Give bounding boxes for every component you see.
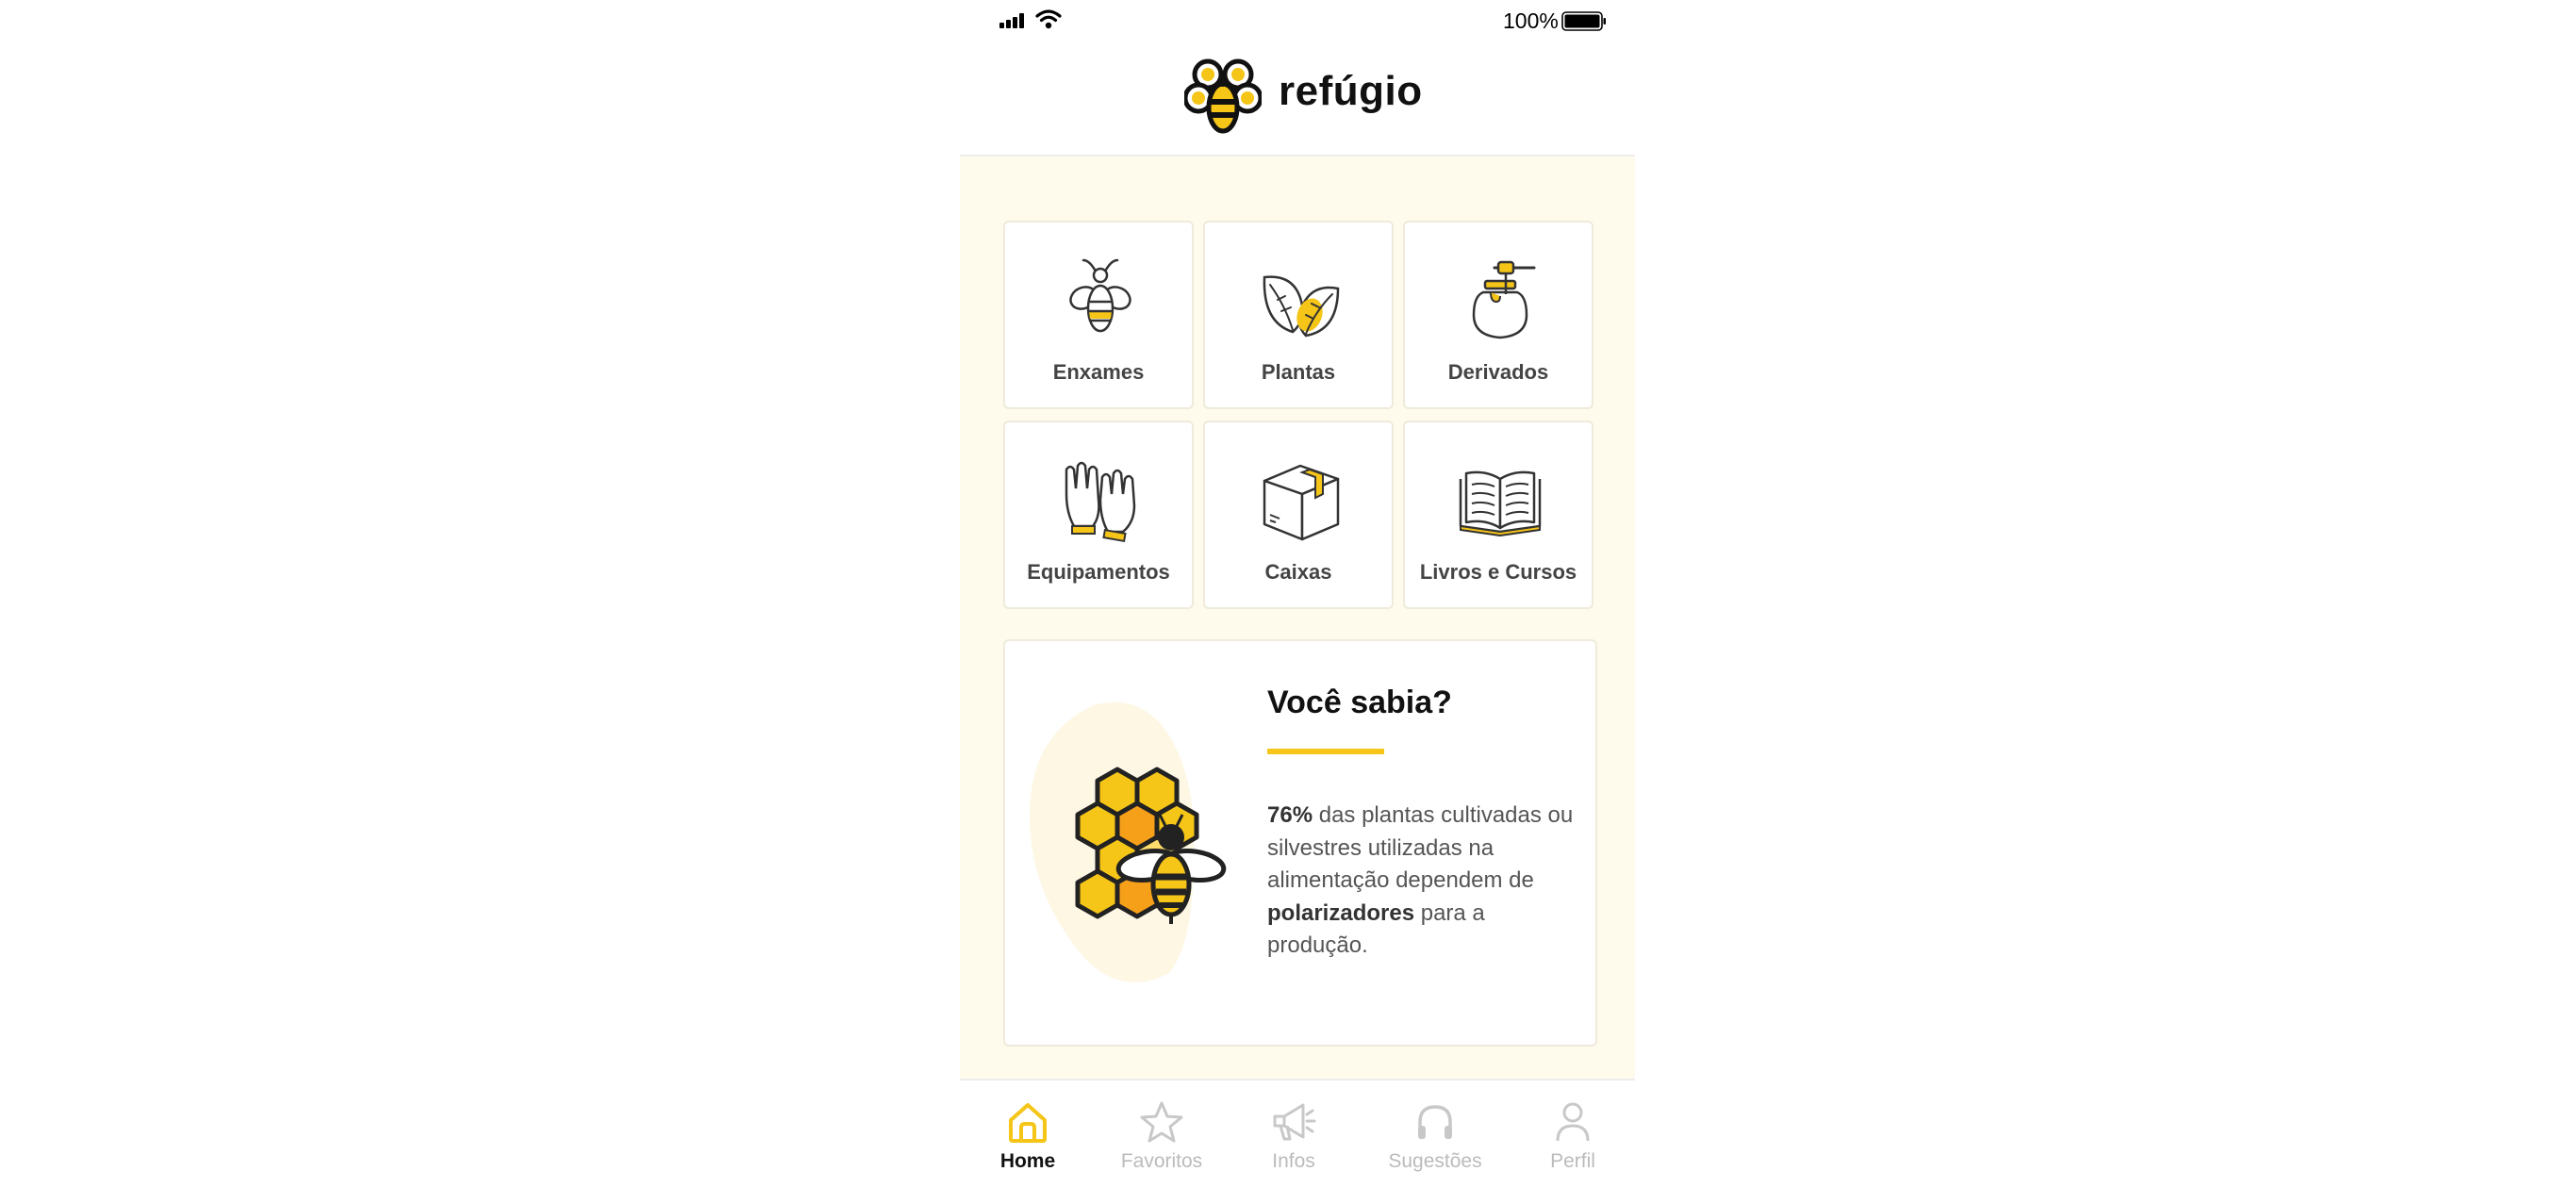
tab-label: Favoritos <box>1120 1150 1203 1172</box>
battery-percentage: 100% <box>1503 8 1559 33</box>
battery-icon <box>1561 11 1606 31</box>
tab-home[interactable]: Home <box>967 1097 1081 1182</box>
home-icon <box>1009 1103 1047 1143</box>
bee-flower-logo-icon <box>1184 58 1262 134</box>
category-label: Caixas <box>1264 560 1332 584</box>
tab-label: Sugestões <box>1388 1150 1482 1172</box>
category-card-derivados[interactable]: Derivados <box>1403 221 1593 409</box>
category-label: Enxames <box>1052 360 1145 384</box>
headphones-icon <box>1418 1105 1452 1139</box>
tab-infos[interactable]: Infos <box>1233 1097 1346 1182</box>
wifi-icon <box>1035 9 1062 29</box>
tab-label: Infos <box>1272 1150 1315 1172</box>
tab-label: Perfil <box>1550 1150 1595 1172</box>
category-label: Livros e Cursos <box>1419 560 1577 584</box>
category-label: Equipamentos <box>1027 560 1170 584</box>
honeycomb-bee-illustration <box>1029 701 1227 982</box>
honey-jar-icon <box>1472 260 1536 339</box>
bee-icon <box>1069 258 1131 333</box>
fact-title: Você sabia? <box>1267 685 1452 720</box>
open-book-icon <box>1459 470 1542 537</box>
category-card-equipamentos[interactable]: Equipamentos <box>1003 421 1194 609</box>
category-card-livros-e-cursos[interactable]: Livros e Cursos <box>1403 421 1593 609</box>
fact-text: 76% das plantas cultivadas ou silvestres… <box>1267 800 1578 963</box>
fact-text-part1: das plantas cultivadas ou silvestres uti… <box>1267 802 1574 893</box>
home-content[interactable]: Enxames Plantas Derivados Equipamentos C… <box>960 157 1635 1079</box>
tab-favoritos[interactable]: Favoritos <box>1101 1097 1214 1182</box>
title-underline <box>1267 749 1384 754</box>
tab-label: Home <box>999 1150 1056 1172</box>
category-card-enxames[interactable]: Enxames <box>1003 221 1194 409</box>
signal-icon <box>999 13 1028 28</box>
phone-screen: 100% refúgio Enxames Plantas Derivados E… <box>960 0 1635 1188</box>
did-you-know-card: Você sabia? 76% das plantas cultivadas o… <box>1003 639 1597 1047</box>
app-name: refúgio <box>1279 68 1423 114</box>
category-card-caixas[interactable]: Caixas <box>1203 421 1394 609</box>
tab-sugestoes[interactable]: Sugestões <box>1375 1097 1488 1182</box>
app-header: refúgio <box>960 41 1635 157</box>
gloves-icon <box>1065 461 1136 543</box>
tab-perfil[interactable]: Perfil <box>1512 1097 1626 1182</box>
leaves-icon <box>1263 275 1340 338</box>
fact-stat: 76% <box>1267 802 1313 828</box>
category-grid: Enxames Plantas Derivados Equipamentos C… <box>1003 221 1593 609</box>
megaphone-icon <box>1273 1103 1316 1141</box>
user-icon <box>1556 1102 1590 1142</box>
category-label: Plantas <box>1261 360 1336 384</box>
bottom-tab-bar: Home Favoritos Infos Sugestões Perfil <box>960 1079 1635 1188</box>
status-bar: 100% <box>960 0 1635 41</box>
category-label: Derivados <box>1447 360 1549 384</box>
box-icon <box>1263 464 1340 541</box>
category-card-plantas[interactable]: Plantas <box>1203 221 1394 409</box>
star-icon <box>1140 1101 1183 1143</box>
fact-highlight: polarizadores <box>1267 899 1415 926</box>
